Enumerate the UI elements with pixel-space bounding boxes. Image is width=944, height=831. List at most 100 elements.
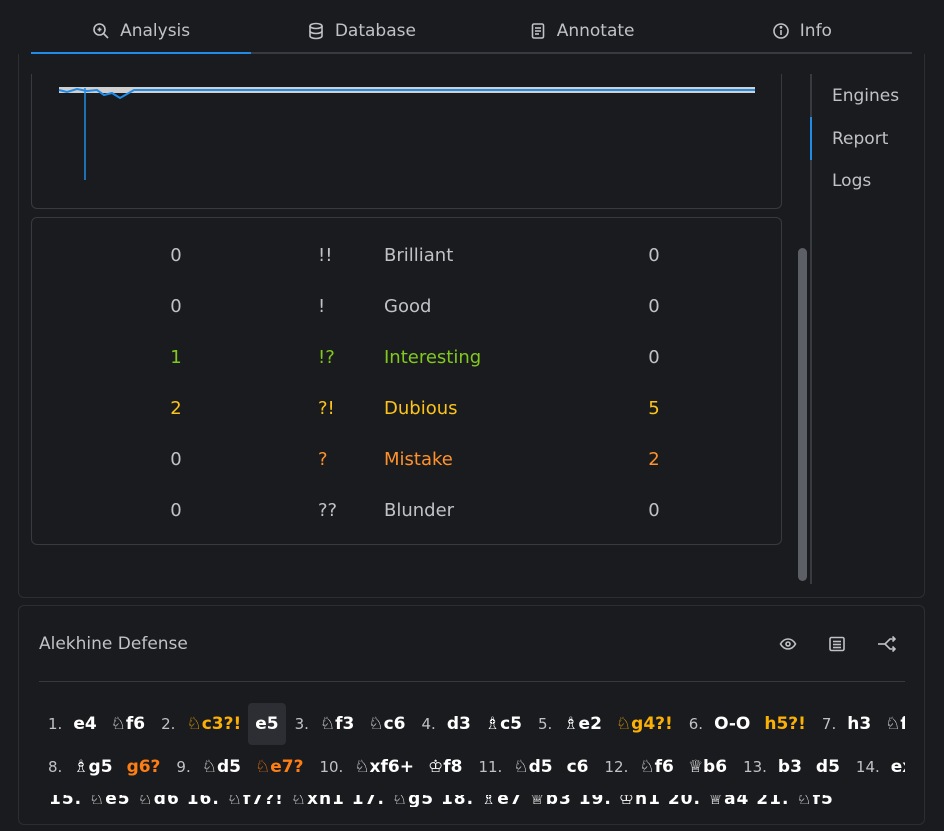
annotation-symbol: ?? bbox=[318, 500, 338, 521]
list-details-icon[interactable] bbox=[825, 632, 849, 656]
tab-database[interactable]: Database bbox=[251, 10, 471, 52]
stat-row-good: 0 ! Good 0 bbox=[32, 292, 781, 322]
move-number: 2. bbox=[161, 715, 176, 733]
eval-line bbox=[58, 87, 755, 100]
white-count: 2 bbox=[170, 398, 182, 419]
move-line-overflow: 15. ♘e5 ♘d6 16. ♘f7?! ♘xh1 17. ♘g5 18. ♗… bbox=[49, 795, 834, 807]
black-count: 0 bbox=[648, 245, 660, 266]
annotation-label: Brilliant bbox=[384, 245, 454, 266]
move-number: 7. bbox=[821, 715, 837, 733]
move[interactable]: ♘e7? bbox=[248, 746, 310, 788]
move[interactable]: ♘f3 bbox=[313, 703, 361, 745]
search-zoom-icon bbox=[92, 22, 110, 40]
move[interactable]: ♘d5 bbox=[195, 746, 248, 788]
move[interactable]: h3 bbox=[840, 703, 878, 745]
move[interactable]: ♗g5 bbox=[66, 746, 119, 788]
tab-label: Annotate bbox=[556, 21, 635, 41]
tab-bar: Analysis Database Annotate Info bbox=[31, 10, 912, 54]
stat-row-interesting: 1 !? Interesting 0 bbox=[32, 343, 781, 373]
side-nav-report[interactable]: Report bbox=[832, 129, 888, 149]
game-notation-panel: Alekhine Defense 1. e4 ♘f6 2. ♘c3?! e5 3. ♘f3 ♘c… bbox=[18, 605, 925, 825]
stat-row-blunder: 0 ?? Blunder 0 bbox=[32, 496, 781, 526]
black-count: 0 bbox=[648, 296, 660, 317]
move-line: 1. e4 ♘f6 2. ♘c3?! e5 3. ♘f3 ♘c6 4. d3 ♗c5 5. ♗e2 ♘g4?… bbox=[39, 703, 905, 745]
move[interactable]: ♘g4?! bbox=[609, 703, 680, 745]
move[interactable]: ♘xf6+ bbox=[347, 746, 421, 788]
move[interactable]: ♘f6 bbox=[632, 746, 680, 788]
move-number: 9. bbox=[176, 758, 191, 776]
white-count: 0 bbox=[170, 296, 182, 317]
annotation-label: Dubious bbox=[384, 398, 458, 419]
side-nav-engines[interactable]: Engines bbox=[832, 86, 899, 106]
black-count: 5 bbox=[648, 398, 660, 419]
move-number: 1. bbox=[48, 715, 63, 733]
white-count: 0 bbox=[170, 449, 182, 470]
move-line: 8. ♗g5 g6? 9. ♘d5 ♘e7? 10. ♘xf6+ ♔f8 11. ♘d5 c6 12. ♘… bbox=[39, 746, 905, 788]
move-number: 11. bbox=[478, 758, 503, 776]
tab-info[interactable]: Info bbox=[692, 10, 912, 52]
notes-icon bbox=[529, 22, 547, 40]
move[interactable]: O-O bbox=[707, 703, 757, 745]
move[interactable]: ♗e2 bbox=[556, 703, 609, 745]
annotation-symbol: !! bbox=[318, 245, 333, 266]
tab-label: Analysis bbox=[120, 21, 191, 41]
opening-name: Alekhine Defense bbox=[39, 634, 188, 654]
tab-annotate[interactable]: Annotate bbox=[472, 10, 692, 52]
annotation-symbol: !? bbox=[318, 347, 335, 368]
move-number: 4. bbox=[421, 715, 436, 733]
move[interactable]: exd5 bbox=[884, 746, 905, 788]
move[interactable]: ♘d5 bbox=[506, 746, 559, 788]
move[interactable]: d3 bbox=[440, 703, 478, 745]
eye-icon[interactable] bbox=[776, 632, 800, 656]
move-number: 13. bbox=[743, 758, 767, 776]
tab-analysis[interactable]: Analysis bbox=[31, 10, 252, 54]
move[interactable]: c6 bbox=[560, 746, 596, 788]
white-count: 0 bbox=[170, 500, 182, 521]
move-list: 1. e4 ♘f6 2. ♘c3?! e5 3. ♘f3 ♘c6 4. d3 ♗c5 5. ♗e2 ♘g4?… bbox=[39, 703, 905, 813]
move-number: 6. bbox=[688, 715, 704, 733]
move[interactable]: ♘c6 bbox=[361, 703, 412, 745]
black-count: 2 bbox=[648, 449, 660, 470]
current-move[interactable]: e5 bbox=[248, 703, 286, 745]
panel-scrollbar[interactable] bbox=[798, 248, 807, 581]
move-number: 5. bbox=[537, 715, 553, 733]
stat-row-brilliant: 0 !! Brilliant 0 bbox=[32, 241, 781, 271]
move[interactable]: ♘f6 bbox=[104, 703, 152, 745]
stat-row-mistake: 0 ? Mistake 2 bbox=[32, 445, 781, 475]
info-circle-icon bbox=[772, 22, 790, 40]
report-stats-card: 0 !! Brilliant 0 0 ! Good 0 1 !? Interes… bbox=[31, 217, 782, 545]
database-icon bbox=[307, 22, 325, 40]
stat-row-dubious: 2 ?! Dubious 5 bbox=[32, 394, 781, 424]
white-count: 0 bbox=[170, 245, 182, 266]
move-number: 3. bbox=[294, 715, 309, 733]
move[interactable]: e4 bbox=[66, 703, 103, 745]
move-number: 12. bbox=[604, 758, 629, 776]
move-number: 8. bbox=[48, 758, 63, 776]
annotation-symbol: ! bbox=[318, 296, 326, 317]
move[interactable]: g6? bbox=[120, 746, 168, 788]
move[interactable]: ♔f8 bbox=[421, 746, 469, 788]
move[interactable]: ♕b6 bbox=[681, 746, 734, 788]
move[interactable]: ♘c3?! bbox=[179, 703, 248, 745]
annotation-label: Good bbox=[384, 296, 432, 317]
annotation-label: Interesting bbox=[384, 347, 482, 368]
move[interactable]: h5?! bbox=[757, 703, 813, 745]
move[interactable]: d5 bbox=[809, 746, 847, 788]
annotation-label: Blunder bbox=[384, 500, 455, 521]
side-nav-active-indicator bbox=[810, 117, 812, 160]
move[interactable]: ♘f6 bbox=[878, 703, 905, 745]
tab-label: Info bbox=[799, 21, 832, 41]
annotation-label: Mistake bbox=[384, 449, 453, 470]
git-branch-icon[interactable] bbox=[875, 632, 899, 656]
side-nav-logs[interactable]: Logs bbox=[832, 171, 871, 191]
move[interactable]: b3 bbox=[771, 746, 809, 788]
black-count: 0 bbox=[648, 347, 660, 368]
tab-label: Database bbox=[334, 21, 416, 41]
move-number: 14. bbox=[855, 758, 880, 776]
evaluation-graph[interactable] bbox=[31, 74, 782, 209]
black-count: 0 bbox=[648, 500, 660, 521]
move[interactable]: ♗c5 bbox=[478, 703, 529, 745]
white-count: 1 bbox=[170, 347, 182, 368]
move-number: 10. bbox=[319, 758, 344, 776]
annotation-symbol: ?! bbox=[318, 398, 335, 419]
